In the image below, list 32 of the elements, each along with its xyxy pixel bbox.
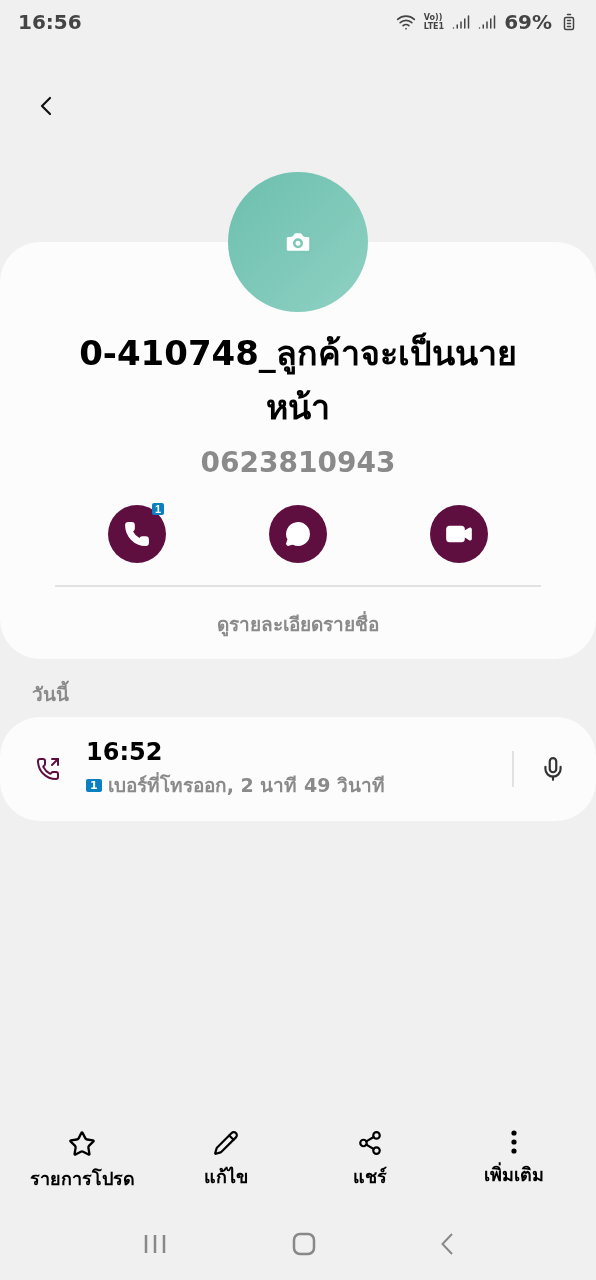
phone-number: 0623810943 — [200, 446, 396, 479]
section-heading: วันนี้ — [0, 659, 596, 717]
pencil-icon — [213, 1130, 239, 1156]
more-icon — [511, 1130, 517, 1154]
back-nav-button[interactable] — [441, 1233, 454, 1255]
battery-percent: 69% — [504, 10, 552, 34]
star-icon — [68, 1130, 96, 1158]
signal-icon — [452, 13, 471, 31]
call-time: 16:52 — [86, 738, 164, 766]
sim-badge: 1 — [86, 778, 102, 792]
signal-icon — [478, 13, 497, 31]
home-button[interactable] — [292, 1232, 316, 1256]
call-log-item[interactable]: 16:52 1 เบอร์ที่โทรออก, 2 นาที 49 วินาที — [0, 717, 596, 821]
video-button[interactable] — [430, 505, 488, 563]
call-description: เบอร์ที่โทรออก, 2 นาที 49 วินาที — [107, 771, 385, 798]
share-button[interactable]: แชร์ — [300, 1129, 440, 1194]
outgoing-call-icon — [36, 757, 60, 781]
favorite-button[interactable]: รายการโปรด — [12, 1129, 152, 1194]
back-icon — [441, 1233, 454, 1255]
call-button[interactable]: 1 — [108, 505, 166, 563]
phone-icon — [124, 521, 150, 547]
recent-apps-button[interactable] — [142, 1233, 167, 1255]
more-button[interactable]: เพิ่มเติม — [444, 1129, 584, 1194]
sim-badge: 1 — [151, 503, 164, 515]
share-icon — [357, 1130, 383, 1156]
status-time: 16:56 — [18, 10, 82, 34]
chat-bubble-icon — [285, 521, 311, 547]
contact-name: 0-410748_ลูกค้าจะเป็นนายหน้า — [78, 331, 518, 429]
message-button[interactable] — [269, 505, 327, 563]
network-label: Vo)) LTE1 — [423, 13, 445, 31]
edit-button[interactable]: แก้ไข — [156, 1129, 296, 1194]
wifi-icon — [395, 12, 416, 32]
